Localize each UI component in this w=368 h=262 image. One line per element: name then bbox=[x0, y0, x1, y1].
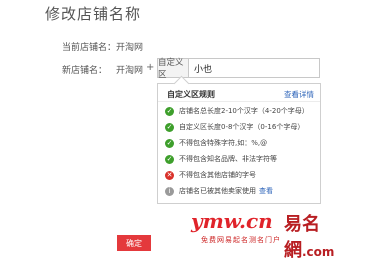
watermark-cn-name: 易名網.com bbox=[284, 214, 335, 261]
rule-item: i 店铺名已被其他卖家使用 查看 bbox=[165, 186, 273, 196]
watermark-logo: ymw.cn 易名網.com 免费网易起名测名门户 bbox=[191, 209, 357, 261]
rule-item: ✓ 店铺名总长度2-10个汉字（4-20个字母） bbox=[165, 106, 309, 116]
check-icon: ✓ bbox=[165, 154, 174, 164]
check-icon: ✓ bbox=[165, 106, 174, 116]
rules-detail-link[interactable]: 查看详情 bbox=[284, 89, 314, 100]
rule-item: ✓ 自定义区长度0-8个汉字（0-16个字母） bbox=[165, 122, 304, 132]
view-link[interactable]: 查看 bbox=[259, 186, 273, 196]
rule-item: ✕ 不得包含其他店铺的字号 bbox=[165, 170, 256, 180]
rule-text: 不得包含知名品牌、非法字符等 bbox=[179, 155, 277, 163]
current-name-label: 当前店铺名： bbox=[62, 43, 117, 53]
rules-title: 自定义区规则 bbox=[167, 90, 215, 99]
rule-text: 店铺名总长度2-10个汉字（4-20个字母） bbox=[179, 107, 309, 115]
rule-text: 自定义区长度0-8个汉字（0-16个字母） bbox=[179, 123, 305, 131]
rule-item: ✓ 不得包含特殊字符,如：%,@ bbox=[165, 138, 267, 148]
current-name-value: 开淘网 bbox=[116, 43, 144, 53]
error-icon: ✕ bbox=[165, 170, 174, 180]
new-name-label: 新店铺名： bbox=[62, 66, 108, 76]
check-icon: ✓ bbox=[165, 122, 174, 132]
rules-header: 自定义区规则 查看详情 bbox=[158, 84, 320, 102]
new-name-prefix: 开淘网 bbox=[116, 66, 144, 76]
page-title: 修改店铺名称 bbox=[45, 5, 142, 23]
watermark-logo-text: ymw.cn bbox=[191, 209, 273, 233]
custom-zone-tag: 自定义区 bbox=[158, 58, 189, 80]
info-icon: i bbox=[165, 186, 174, 196]
confirm-button[interactable]: 确定 bbox=[117, 235, 151, 251]
rule-text: 不得包含特殊字符,如：%,@ bbox=[179, 139, 268, 147]
check-icon: ✓ bbox=[165, 138, 174, 148]
rule-text: 不得包含其他店铺的字号 bbox=[179, 171, 256, 179]
rule-item: ✓ 不得包含知名品牌、非法字符等 bbox=[165, 154, 277, 164]
watermark-tagline: 免费网易起名测名门户 bbox=[201, 236, 281, 244]
plus-sign: + bbox=[146, 62, 155, 73]
rule-text: 店铺名已被其他卖家使用 bbox=[179, 187, 256, 195]
rules-popup: 自定义区规则 查看详情 ✓ 店铺名总长度2-10个汉字（4-20个字母） ✓ 自… bbox=[157, 75, 321, 204]
custom-name-input[interactable] bbox=[189, 59, 319, 77]
